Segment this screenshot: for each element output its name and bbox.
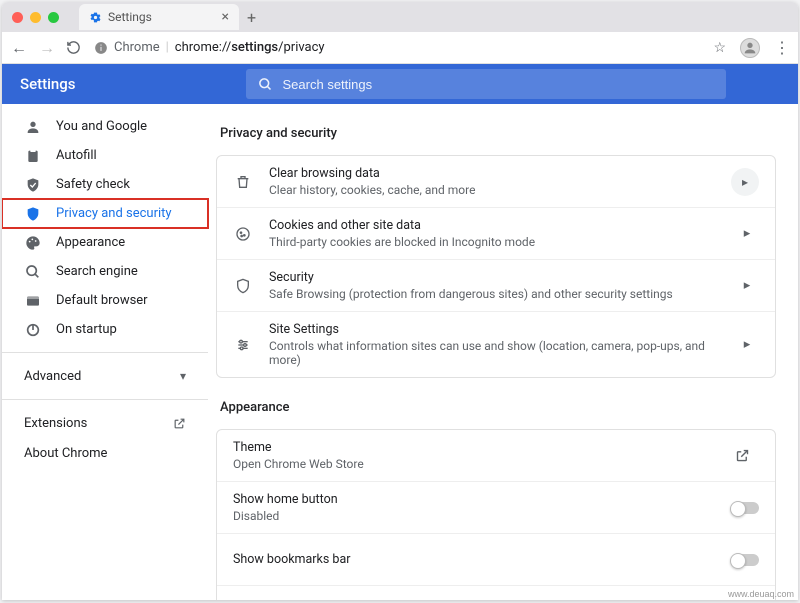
url-host: Chrome — [114, 40, 160, 55]
maximize-window[interactable] — [48, 12, 59, 23]
sidebar-item-appearance[interactable]: Appearance — [2, 228, 208, 257]
external-link-icon — [735, 448, 759, 463]
settings-sidebar: You and Google Autofill Safety check Pri… — [2, 104, 208, 600]
search-input[interactable] — [283, 77, 714, 92]
sidebar-item-autofill[interactable]: Autofill — [2, 141, 208, 170]
sidebar-extensions[interactable]: Extensions — [2, 408, 208, 438]
browser-window: Settings × + ← → Chrome | chrome://setti… — [2, 2, 798, 600]
sidebar-item-label: Search engine — [56, 264, 138, 279]
privacy-card: Clear browsing data Clear history, cooki… — [216, 155, 776, 378]
sidebar-item-search-engine[interactable]: Search engine — [2, 257, 208, 286]
back-button[interactable]: ← — [10, 38, 28, 58]
browser-icon — [24, 293, 42, 309]
row-theme[interactable]: Theme Open Chrome Web Store — [217, 430, 775, 482]
sidebar-item-on-startup[interactable]: On startup — [2, 315, 208, 344]
search-settings[interactable] — [246, 69, 726, 99]
browser-menu-icon[interactable]: ⋮ — [774, 38, 790, 57]
bookmark-star-icon[interactable]: ☆ — [713, 40, 726, 56]
sidebar-item-privacy-security[interactable]: Privacy and security — [2, 199, 208, 228]
row-font-size[interactable]: Font size Medium (Recommended) ▾ — [217, 586, 775, 600]
sidebar-item-label: Safety check — [56, 177, 130, 192]
row-clear-browsing-data[interactable]: Clear browsing data Clear history, cooki… — [217, 156, 775, 208]
reload-button[interactable] — [66, 40, 84, 55]
close-tab-icon[interactable]: × — [222, 9, 229, 25]
close-window[interactable] — [12, 12, 23, 23]
minimize-window[interactable] — [30, 12, 41, 23]
chevron-right-icon: ▸ — [735, 278, 759, 293]
search-icon — [258, 77, 273, 92]
row-home-button[interactable]: Show home button Disabled — [217, 482, 775, 534]
sliders-icon — [233, 337, 253, 353]
browser-tab[interactable]: Settings × — [79, 4, 239, 30]
chevron-down-icon: ▾ — [180, 369, 186, 383]
row-bookmarks-bar[interactable]: Show bookmarks bar — [217, 534, 775, 586]
settings-header: Settings — [2, 64, 798, 104]
sidebar-item-label: Privacy and security — [56, 206, 172, 221]
sidebar-item-label: On startup — [56, 322, 117, 337]
window-controls — [12, 12, 59, 23]
shield-icon — [233, 278, 253, 294]
sidebar-item-you-and-google[interactable]: You and Google — [2, 112, 208, 141]
browser-toolbar: ← → Chrome | chrome://settings/privacy ☆… — [2, 32, 798, 64]
section-title-privacy: Privacy and security — [220, 126, 776, 141]
appearance-card: Theme Open Chrome Web Store Show home bu… — [216, 429, 776, 600]
sidebar-item-label: You and Google — [56, 119, 147, 134]
gear-icon — [89, 11, 102, 24]
chevron-right-icon: ▸ — [735, 226, 759, 241]
person-icon — [24, 119, 42, 135]
page-title: Settings — [20, 75, 76, 93]
new-tab-button[interactable]: + — [247, 8, 256, 27]
sidebar-item-safety-check[interactable]: Safety check — [2, 170, 208, 199]
power-icon — [24, 322, 42, 338]
sidebar-item-default-browser[interactable]: Default browser — [2, 286, 208, 315]
settings-content: Privacy and security Clear browsing data… — [208, 104, 798, 600]
sidebar-item-label: Extensions — [24, 416, 87, 431]
section-title-appearance: Appearance — [220, 400, 776, 415]
external-link-icon — [173, 417, 186, 430]
sidebar-advanced[interactable]: Advanced ▾ — [2, 361, 208, 391]
sidebar-item-label: Appearance — [56, 235, 125, 250]
sidebar-item-label: Default browser — [56, 293, 148, 308]
tab-title: Settings — [108, 10, 152, 24]
forward-button[interactable]: → — [38, 38, 56, 58]
palette-icon — [24, 235, 42, 251]
shield-check-icon — [24, 177, 42, 193]
watermark: www.deuaq.com — [728, 589, 794, 599]
chevron-right-icon: ▸ — [731, 168, 759, 196]
row-security[interactable]: Security Safe Browsing (protection from … — [217, 260, 775, 312]
shield-icon — [24, 206, 42, 222]
trash-icon — [233, 174, 253, 190]
sidebar-item-label: Autofill — [56, 148, 97, 163]
site-info-icon — [94, 41, 108, 55]
toggle-bookmarks-bar[interactable] — [731, 554, 759, 566]
sidebar-item-label: Advanced — [24, 369, 81, 384]
sidebar-about-chrome[interactable]: About Chrome — [2, 438, 208, 468]
sidebar-item-label: About Chrome — [24, 446, 107, 461]
toggle-home-button[interactable] — [731, 502, 759, 514]
row-cookies[interactable]: Cookies and other site data Third-party … — [217, 208, 775, 260]
search-icon — [24, 264, 42, 280]
clipboard-icon — [24, 148, 42, 164]
chevron-right-icon: ▸ — [735, 337, 759, 352]
row-site-settings[interactable]: Site Settings Controls what information … — [217, 312, 775, 377]
cookie-icon — [233, 226, 253, 242]
profile-avatar[interactable] — [740, 38, 760, 58]
address-bar[interactable]: Chrome | chrome://settings/privacy — [94, 40, 703, 55]
url-path: chrome://settings/privacy — [175, 40, 325, 55]
window-titlebar: Settings × + — [2, 2, 798, 32]
